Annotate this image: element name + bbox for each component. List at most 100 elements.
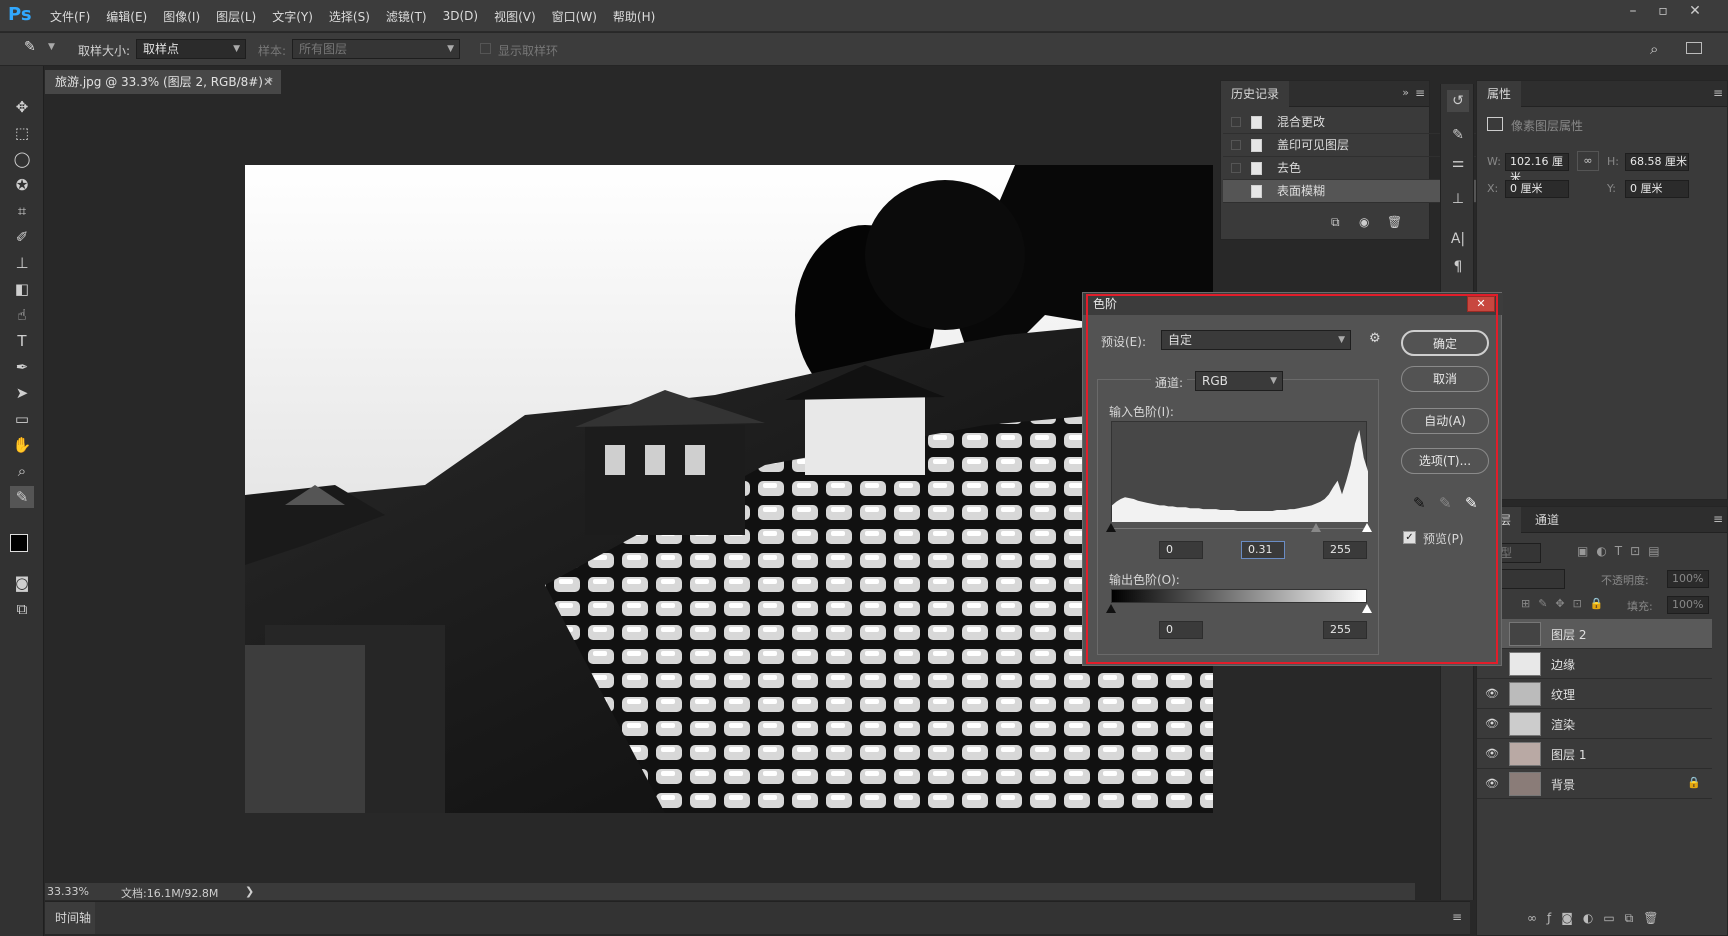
quick-select-tool-icon[interactable]: ✪	[10, 174, 34, 196]
document-tab[interactable]: 旅游.jpg @ 33.3% (图层 2, RGB/8#) * ✕	[45, 70, 281, 94]
layer-row[interactable]: 👁 纹理	[1477, 679, 1712, 709]
character-panel-icon[interactable]: A|	[1447, 228, 1469, 250]
menu-filter[interactable]: 滤镜(T)	[386, 8, 427, 25]
snapshot-checkbox[interactable]	[1231, 117, 1241, 127]
show-ring-checkbox[interactable]	[480, 43, 491, 54]
trash-icon[interactable]: 🗑	[1387, 215, 1402, 229]
layer-row-active[interactable]: 图层 2	[1477, 619, 1712, 649]
eyedropper-tool-icon[interactable]: ✎	[10, 486, 34, 508]
layer-row[interactable]: 👁 图层 1	[1477, 739, 1712, 769]
move-tool-icon[interactable]: ✥	[10, 96, 34, 118]
eraser-tool-icon[interactable]: ◧	[10, 278, 34, 300]
menu-help[interactable]: 帮助(H)	[613, 8, 655, 25]
menu-view[interactable]: 视图(V)	[494, 8, 536, 25]
menu-layer[interactable]: 图层(L)	[216, 8, 256, 25]
link-icon[interactable]: ∞	[1577, 151, 1599, 171]
timeline-tab[interactable]: 时间轴	[45, 902, 95, 934]
panel-menu-icon[interactable]: ≡	[1452, 910, 1462, 924]
properties-panel: 属性 ≡ 像素图层属性 W: 102.16 厘米 ∞ H: 68.58 厘米 X…	[1476, 80, 1728, 500]
eye-icon[interactable]: 👁	[1485, 687, 1499, 701]
close-icon[interactable]: ✕	[1682, 2, 1708, 20]
camera-icon[interactable]: ◉	[1359, 215, 1369, 229]
snapshot-checkbox[interactable]	[1231, 163, 1241, 173]
snapshot-checkbox[interactable]	[1231, 186, 1241, 196]
menu-type[interactable]: 文字(Y)	[272, 8, 313, 25]
foreground-color-swatch[interactable]	[10, 534, 28, 552]
zoom-tool-icon[interactable]: ⌕	[10, 460, 34, 482]
screen-mode-icon[interactable]: ⧉	[10, 598, 34, 620]
minimize-icon[interactable]: –	[1620, 2, 1646, 20]
layer-name: 图层 2	[1551, 628, 1587, 642]
pen-tool-icon[interactable]: ✒	[10, 356, 34, 378]
fill-field[interactable]: 100%	[1667, 596, 1709, 614]
layer-thumbnail	[1509, 622, 1541, 646]
layer-filter-icons[interactable]: ▣◐T⊡▤	[1577, 544, 1668, 558]
panel-menu-icon[interactable]: ≡	[1415, 86, 1425, 100]
chevron-down-icon[interactable]: ▼	[48, 42, 55, 52]
workspace-icon[interactable]	[1686, 42, 1702, 54]
status-menu-arrow[interactable]: ❯	[245, 885, 254, 898]
menu-edit[interactable]: 编辑(E)	[106, 8, 147, 25]
width-field[interactable]: 102.16 厘米	[1505, 153, 1569, 184]
layer-row[interactable]: 👁 背景 🔒	[1477, 769, 1712, 799]
y-field[interactable]: 0 厘米	[1625, 180, 1689, 198]
history-panel: 历史记录 » ≡ 混合更改 盖印可见图层 去色 表面模糊 ⧉ ◉ 🗑	[1220, 80, 1525, 240]
photo-artwork	[245, 165, 1213, 813]
lasso-tool-icon[interactable]: ◯	[10, 148, 34, 170]
sample-size-value: 取样点	[143, 42, 180, 56]
document-icon	[1251, 162, 1262, 175]
layer-row[interactable]: 边缘	[1477, 649, 1712, 679]
close-tab-icon[interactable]: ✕	[263, 70, 273, 94]
menu-3d[interactable]: 3D(D)	[443, 9, 478, 23]
layer-thumbnail	[1509, 712, 1541, 736]
eye-icon[interactable]: 👁	[1485, 747, 1499, 761]
x-field[interactable]: 0 厘米	[1505, 180, 1569, 198]
properties-title: 像素图层属性	[1511, 119, 1584, 133]
paragraph-panel-icon[interactable]: ¶	[1447, 256, 1469, 278]
adjustments-panel-icon[interactable]: ⚌	[1447, 152, 1469, 174]
search-icon[interactable]: ⌕	[1650, 40, 1658, 58]
crop-tool-icon[interactable]: ⌗	[10, 200, 34, 222]
history-tab[interactable]: 历史记录	[1221, 81, 1290, 107]
maximize-icon[interactable]: ▫	[1650, 2, 1676, 20]
document-tab-title: 旅游.jpg @ 33.3% (图层 2, RGB/8#) *	[55, 75, 273, 89]
sample-label: 样本:	[258, 44, 287, 58]
layer-name: 渲染	[1551, 718, 1576, 732]
new-document-from-state-icon[interactable]: ⧉	[1331, 215, 1340, 230]
zoom-level[interactable]: 33.33%	[47, 885, 89, 898]
eye-icon[interactable]: 👁	[1485, 717, 1499, 731]
sample-size-select[interactable]: 取样点 ▼	[136, 39, 246, 59]
layer-row[interactable]: 👁 渲染	[1477, 709, 1712, 739]
sample-select[interactable]: 所有图层 ▼	[292, 39, 460, 59]
type-tool-icon[interactable]: T	[10, 330, 34, 352]
menu-select[interactable]: 选择(S)	[329, 8, 370, 25]
height-field[interactable]: 68.58 厘米	[1625, 153, 1689, 171]
layers-footer-icons[interactable]: ∞ƒ◙◐▭⧉🗑	[1527, 911, 1668, 926]
history-panel-icon[interactable]: ↺	[1447, 90, 1469, 112]
properties-tab[interactable]: 属性	[1477, 81, 1522, 107]
brushes-panel-icon[interactable]: ✎	[1447, 124, 1469, 146]
smudge-tool-icon[interactable]: ☝	[10, 304, 34, 326]
path-select-tool-icon[interactable]: ➤	[10, 382, 34, 404]
menu-window[interactable]: 窗口(W)	[552, 8, 597, 25]
panel-menu-icon[interactable]: ≡	[1713, 512, 1723, 526]
channels-tab[interactable]: 通道	[1525, 507, 1569, 533]
quick-mask-icon[interactable]: ◙	[10, 572, 34, 594]
shape-tool-icon[interactable]: ▭	[10, 408, 34, 430]
layer-name: 边缘	[1551, 658, 1576, 672]
menu-image[interactable]: 图像(I)	[163, 8, 200, 25]
hand-tool-icon[interactable]: ✋	[10, 434, 34, 456]
collapse-icon[interactable]: »	[1402, 86, 1409, 99]
lock-icons[interactable]: ⊞✎✥⊡🔒	[1521, 597, 1612, 610]
panel-menu-icon[interactable]: ≡	[1713, 86, 1723, 100]
brush-tool-icon[interactable]: ✐	[10, 226, 34, 248]
opacity-field[interactable]: 100%	[1667, 570, 1709, 588]
eyedropper-tool-icon[interactable]: ✎	[24, 39, 44, 59]
marquee-tool-icon[interactable]: ⬚	[10, 122, 34, 144]
snapshot-checkbox[interactable]	[1231, 140, 1241, 150]
layer-thumbnail	[1509, 682, 1541, 706]
menu-file[interactable]: 文件(F)	[50, 8, 90, 25]
clone-source-icon[interactable]: ⊥	[1447, 188, 1469, 210]
eye-icon[interactable]: 👁	[1485, 777, 1499, 791]
stamp-tool-icon[interactable]: ⊥	[10, 252, 34, 274]
